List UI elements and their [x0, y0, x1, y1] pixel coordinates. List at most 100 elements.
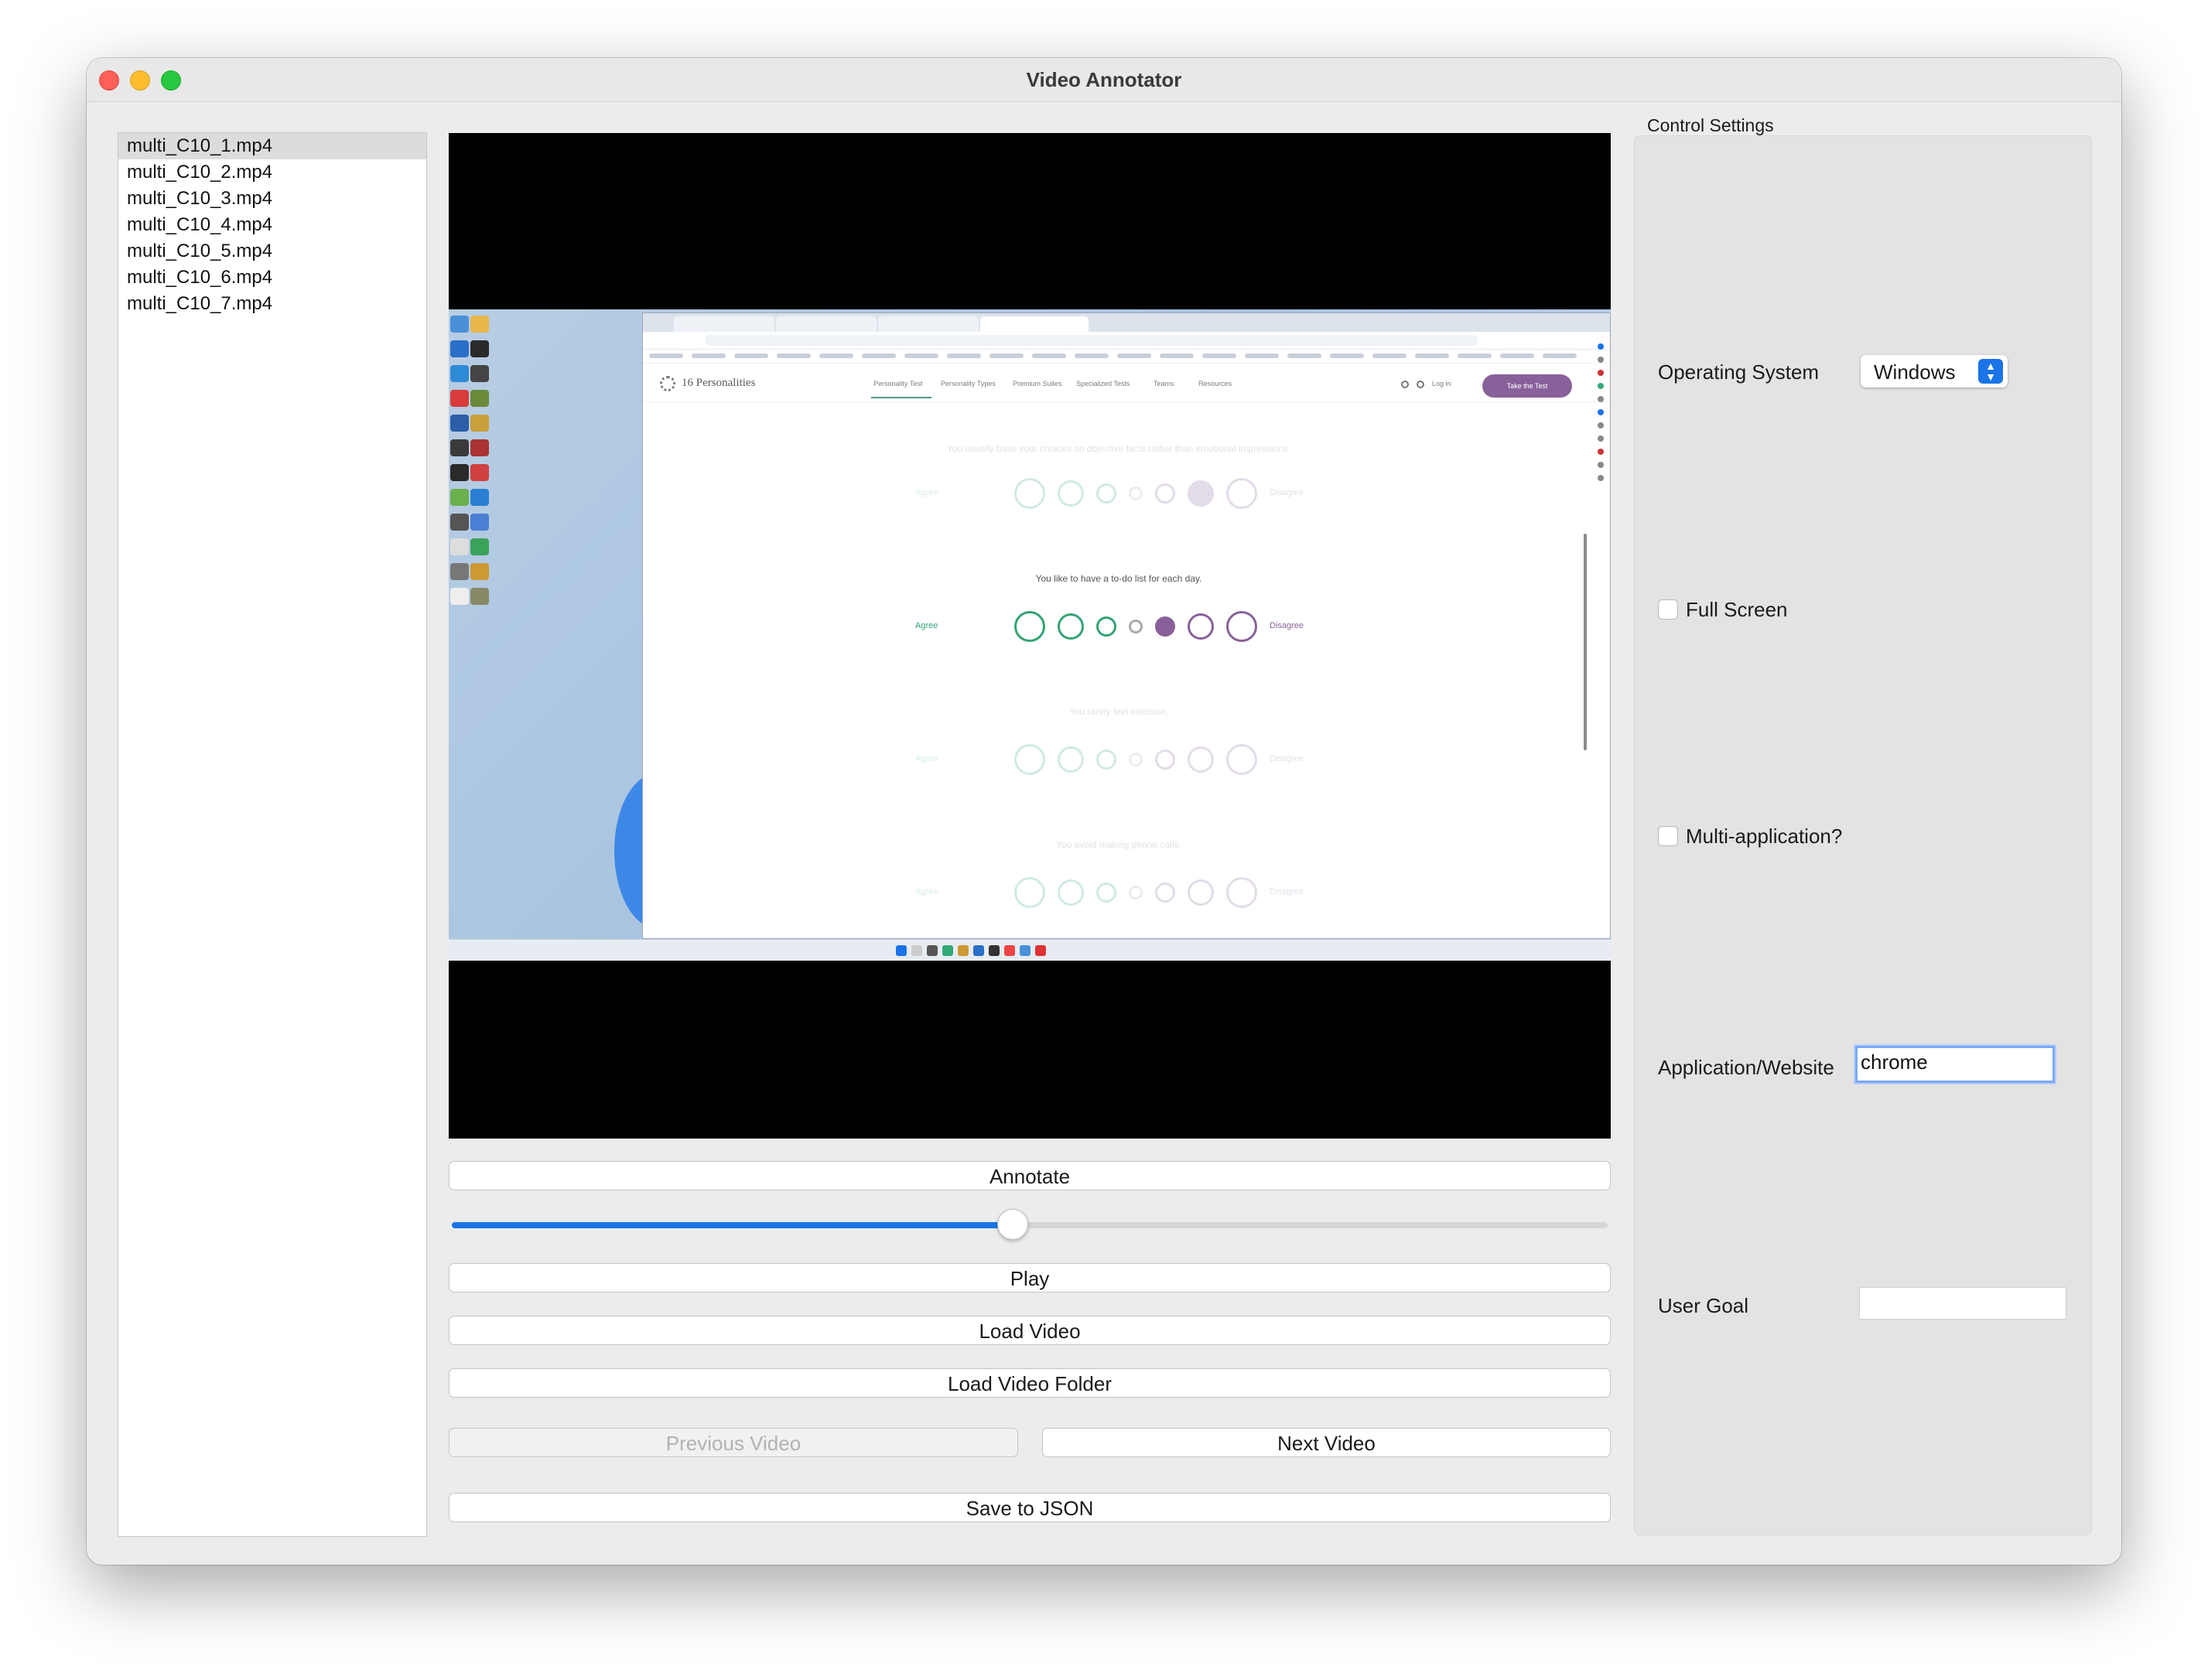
bookmark-item [819, 353, 853, 358]
site-logo-icon [660, 376, 675, 391]
load-video-button[interactable]: Load Video [449, 1316, 1611, 1345]
browser-window: 16 Personalities Personality Test Person… [642, 312, 1611, 939]
multi-application-checkbox[interactable] [1658, 826, 1678, 846]
os-label: Operating System [1658, 360, 1820, 384]
next-video-button[interactable]: Next Video [1042, 1428, 1611, 1457]
desktop-app-icon [450, 563, 469, 580]
desktop-app-icon [470, 489, 489, 506]
load-video-folder-button[interactable]: Load Video Folder [449, 1368, 1611, 1398]
application-website-label: Application/Website [1658, 1056, 1834, 1079]
application-website-input[interactable]: chrome [1855, 1046, 2055, 1083]
desktop-app-icon [470, 365, 489, 382]
desktop-app-icon [470, 563, 489, 580]
window-title: Video Annotator [1026, 68, 1182, 91]
bookmark-item [1543, 353, 1577, 358]
bookmark-item [1330, 353, 1364, 358]
annotate-button[interactable]: Annotate [449, 1161, 1611, 1190]
play-button[interactable]: Play [449, 1263, 1611, 1292]
app-window: Video Annotator multi_C10_1.mp4 multi_C10… [87, 58, 2121, 1565]
sidebar-extension-icon [1598, 370, 1604, 376]
taskbar-app-icon [911, 945, 922, 956]
bookmark-item [734, 353, 768, 358]
sidebar-extension-icon [1598, 396, 1604, 402]
file-list-item[interactable]: multi_C10_3.mp4 [118, 186, 426, 212]
full-screen-label: Full Screen [1686, 598, 1788, 621]
desktop-app-icon [450, 514, 469, 531]
site-nav-underline [871, 397, 931, 398]
taskbar-app-icon [1035, 945, 1046, 956]
bookmark-item [904, 353, 938, 358]
sidebar-extension-icon [1598, 383, 1604, 389]
sidebar-extension-icon [1598, 449, 1604, 455]
site-nav-item: Premium Suites [1013, 380, 1062, 388]
answer-option-circle [1014, 744, 1045, 775]
file-list-item[interactable]: multi_C10_6.mp4 [118, 265, 426, 291]
previous-video-button[interactable]: Previous Video [449, 1428, 1018, 1457]
file-list-item[interactable]: multi_C10_5.mp4 [118, 238, 426, 265]
test-question: You rarely feel insecure. [1068, 706, 1169, 717]
bookmark-item [1372, 353, 1406, 358]
user-goal-label: User Goal [1658, 1294, 1749, 1317]
bookmark-item [862, 353, 896, 358]
bookmark-item [1032, 353, 1066, 358]
full-screen-checkbox[interactable] [1658, 599, 1678, 620]
site-login-link: Log in [1432, 380, 1451, 388]
test-question: You like to have a to-do list for each d… [1035, 573, 1202, 584]
taskbar-app-icon [1004, 945, 1015, 956]
video-file-list[interactable]: multi_C10_1.mp4 multi_C10_2.mp4 multi_C10_… [118, 132, 427, 1537]
sidebar-extension-icon [1598, 357, 1604, 363]
sidebar-extension-icon [1598, 343, 1604, 350]
scrubber-handle[interactable] [996, 1209, 1028, 1240]
bookmark-item [1075, 353, 1109, 358]
bookmarks-bar [643, 349, 1610, 364]
site-language-icon [1417, 381, 1424, 388]
agree-label: Agree [915, 488, 938, 497]
video-frame: 16 Personalities Personality Test Person… [449, 309, 1611, 961]
bookmark-item [692, 353, 726, 358]
browser-address-bar [643, 332, 1610, 350]
site-nav-item: Personality Test [873, 380, 923, 388]
desktop-app-icon [450, 588, 469, 605]
answer-option-circle [1014, 877, 1045, 908]
file-list-item[interactable]: multi_C10_2.mp4 [118, 159, 426, 186]
answer-row: Agree Disagree [643, 607, 1594, 646]
save-json-button[interactable]: Save to JSON [449, 1493, 1611, 1522]
video-player[interactable]: 16 Personalities Personality Test Person… [449, 133, 1611, 1139]
answer-option-circle [1096, 883, 1116, 903]
taskbar-app-icon [896, 945, 907, 956]
taskbar-app-icon [942, 945, 953, 956]
answer-option-circle [1058, 480, 1084, 507]
agree-label: Agree [915, 621, 938, 630]
site-nav-item: Resources [1198, 380, 1232, 388]
file-list-item[interactable]: multi_C10_7.mp4 [118, 291, 426, 317]
answer-option-circle [1188, 613, 1214, 640]
os-select[interactable]: Windows ▲ ▼ [1861, 355, 2008, 388]
browser-tab [776, 316, 877, 332]
browser-tab-active [980, 316, 1089, 332]
windows-taskbar [449, 939, 1611, 961]
taskbar-app-icon [958, 945, 969, 956]
answer-row: Agree Disagree [643, 873, 1594, 912]
user-goal-input[interactable] [1859, 1287, 2066, 1320]
desktop-app-icon [470, 514, 489, 531]
browser-tab [674, 316, 774, 332]
settings-group-title: Control Settings [1647, 115, 1774, 135]
control-settings-panel: Operating System Windows ▲ ▼ Full Screen … [1634, 135, 2092, 1535]
file-list-item[interactable]: multi_C10_4.mp4 [118, 212, 426, 238]
desktop-app-icon [470, 588, 489, 605]
video-scrubber[interactable] [452, 1209, 1608, 1240]
answer-option-circle [1129, 620, 1143, 633]
answer-option-circle [1226, 877, 1257, 908]
answer-option-circle [1096, 483, 1116, 504]
site-cta-button: Take the Test [1482, 374, 1572, 398]
site-header: 16 Personalities Personality Test Person… [643, 363, 1610, 402]
bookmark-item [989, 353, 1024, 358]
desktop-app-icon [470, 464, 489, 481]
desktop-app-icon [470, 390, 489, 407]
bookmark-item [1458, 353, 1492, 358]
bookmark-item [1287, 353, 1321, 358]
site-nav-item: Teams [1154, 380, 1174, 388]
agree-label: Agree [915, 887, 938, 896]
file-list-item[interactable]: multi_C10_1.mp4 [118, 133, 426, 159]
answer-option-circle [1155, 883, 1175, 903]
